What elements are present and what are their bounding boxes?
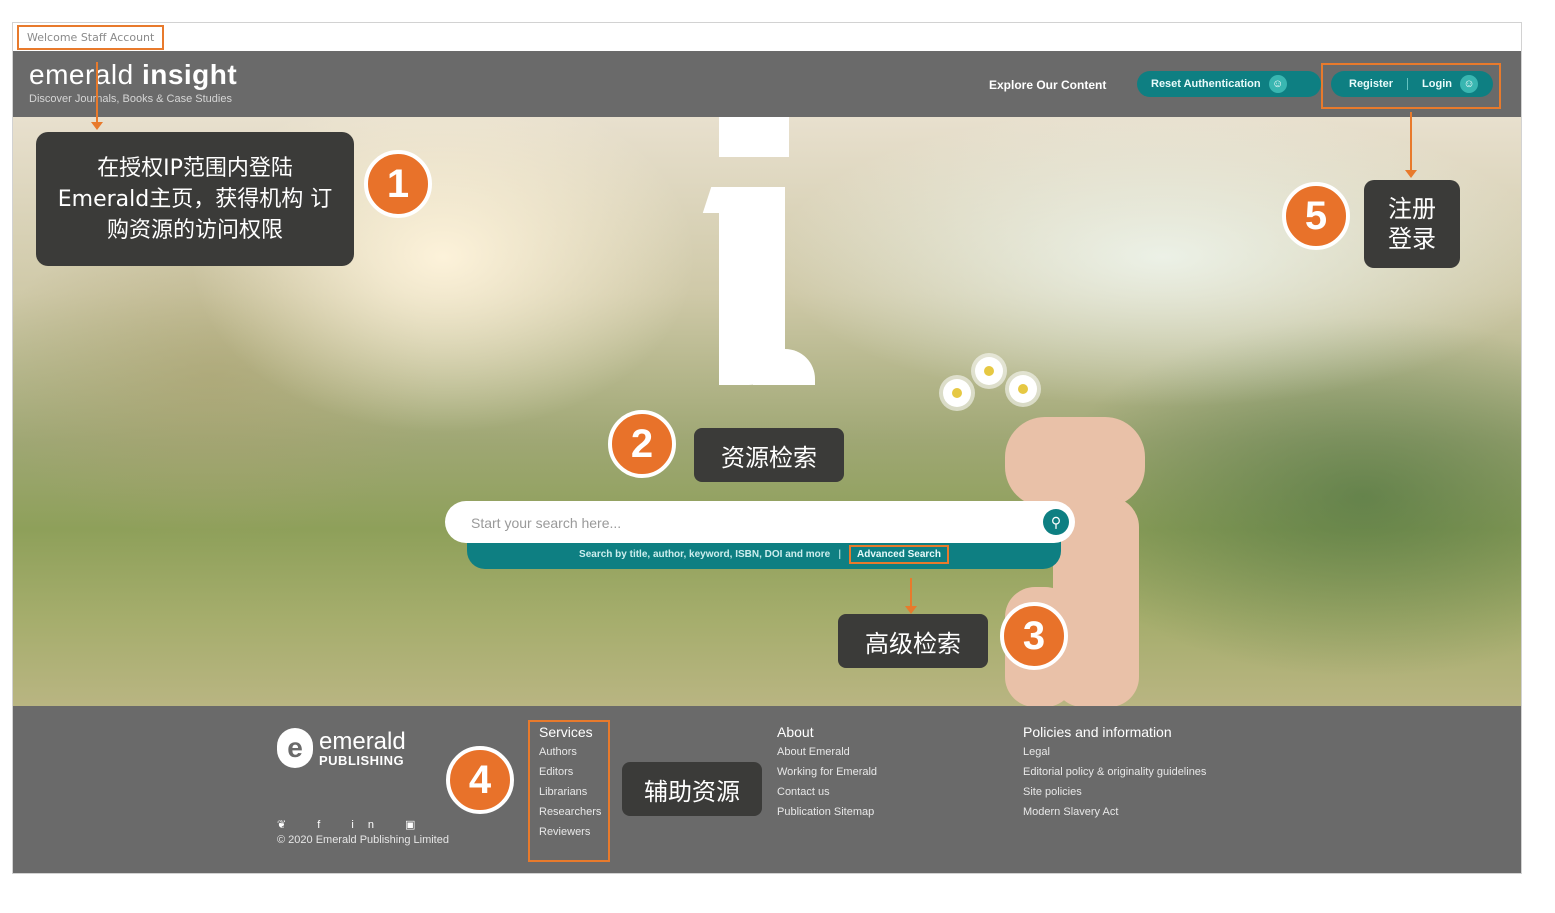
search-hint-separator: | — [838, 548, 842, 560]
copyright: © 2020 Emerald Publishing Limited — [277, 834, 449, 846]
search-input[interactable] — [469, 512, 1033, 534]
footer-link[interactable]: Modern Slavery Act — [1023, 806, 1206, 818]
annotation-3-callout: 高级检索 — [838, 614, 988, 668]
explore-content-link[interactable]: Explore Our Content — [989, 78, 1106, 92]
daisy-flower — [975, 357, 1003, 385]
logo-text-bottom: PUBLISHING — [319, 752, 405, 768]
highlight-box-register-login — [1321, 63, 1501, 109]
brand-name-bold: insight — [141, 59, 238, 90]
search-bar: ⚲ — [445, 501, 1075, 543]
annotation-2-number: 2 — [608, 410, 676, 478]
footer-link[interactable]: Editorial policy & originality guideline… — [1023, 766, 1206, 778]
daisy-flower — [943, 379, 971, 407]
advanced-search-link[interactable]: Advanced Search — [849, 544, 949, 564]
footer-about-title: About — [777, 724, 814, 740]
hero-i-foot — [753, 349, 815, 385]
site-footer: e emerald PUBLISHING ❦ f in ▣ © 2020 Eme… — [13, 706, 1521, 873]
welcome-message: Welcome Staff Account — [17, 25, 165, 50]
brand-name-light: emerald — [29, 59, 142, 90]
search-hint: Search by title, author, keyword, ISBN, … — [579, 548, 831, 560]
search-panel: Search by title, author, keyword, ISBN, … — [445, 501, 1085, 577]
annotation-3-number: 3 — [1000, 602, 1068, 670]
annotation-arrow — [91, 62, 103, 130]
footer-link[interactable]: Publication Sitemap — [777, 806, 877, 818]
hand-image — [1005, 417, 1145, 507]
annotation-4-callout: 辅助资源 — [622, 762, 762, 816]
footer-policies-title: Policies and information — [1023, 724, 1172, 740]
annotation-arrow — [1405, 112, 1417, 178]
footer-policies: Policies and information Legal Editorial… — [1023, 724, 1206, 826]
footer-link[interactable]: Site policies — [1023, 786, 1206, 798]
footer-link[interactable]: About Emerald — [777, 746, 877, 758]
highlight-box-services — [528, 720, 610, 862]
hero-i-dot — [719, 117, 789, 157]
footer-about: About About Emerald Working for Emerald … — [777, 724, 877, 826]
emerald-publishing-logo[interactable]: e emerald PUBLISHING — [277, 728, 406, 768]
search-icon: ⚲ — [1050, 513, 1062, 530]
search-button[interactable]: ⚲ — [1043, 509, 1069, 535]
footer-link[interactable]: Legal — [1023, 746, 1206, 758]
annotation-5-callout: 注册 登录 — [1364, 180, 1460, 268]
annotation-2-callout: 资源检索 — [694, 428, 844, 482]
daisy-flower — [1009, 375, 1037, 403]
social-links[interactable]: ❦ f in ▣ — [277, 818, 429, 831]
annotation-4-number: 4 — [446, 746, 514, 814]
brand-logo[interactable]: emerald insight Discover Journals, Books… — [29, 59, 237, 105]
reset-authentication-button[interactable]: Reset Authentication ☺ — [1137, 71, 1321, 97]
search-hint-bar: Search by title, author, keyword, ISBN, … — [467, 539, 1061, 569]
logo-text-top: emerald — [319, 727, 406, 755]
annotation-1-callout: 在授权IP范围内登陆 Emerald主页，获得机构 订购资源的访问权限 — [36, 132, 354, 266]
user-icon: ☺ — [1268, 75, 1287, 93]
annotation-5-number: 5 — [1282, 182, 1350, 250]
brand-tagline: Discover Journals, Books & Case Studies — [29, 93, 232, 105]
footer-link[interactable]: Working for Emerald — [777, 766, 877, 778]
site-header: emerald insight Discover Journals, Books… — [13, 51, 1521, 117]
annotation-1-number: 1 — [364, 150, 432, 218]
emerald-e-icon: e — [277, 728, 313, 768]
annotation-arrow — [905, 578, 917, 614]
reset-authentication-label: Reset Authentication — [1151, 78, 1261, 90]
footer-link[interactable]: Contact us — [777, 786, 877, 798]
